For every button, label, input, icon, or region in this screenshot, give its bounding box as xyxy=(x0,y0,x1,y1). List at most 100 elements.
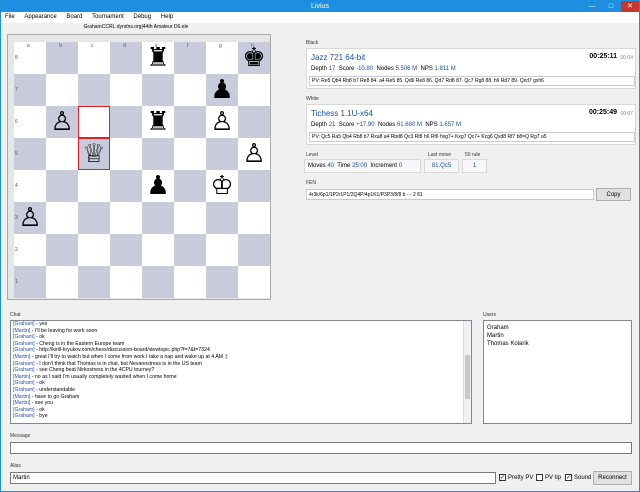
square-b7[interactable] xyxy=(46,74,78,106)
square-b8[interactable]: b xyxy=(46,42,78,74)
fifty-rule-value: 1 xyxy=(462,159,487,173)
square-b5[interactable] xyxy=(46,138,78,170)
chat-log[interactable]: [Graham] - yes [Martin] - I'll be leaving… xyxy=(10,320,472,424)
chat-scroll-thumb[interactable] xyxy=(465,355,470,399)
alias-input[interactable]: Martin xyxy=(10,472,496,484)
square-b3[interactable] xyxy=(46,202,78,234)
square-f5[interactable] xyxy=(174,138,206,170)
white-pawn-icon[interactable]: ♙ xyxy=(238,138,270,170)
square-b1[interactable] xyxy=(46,266,78,298)
square-b4[interactable] xyxy=(46,170,78,202)
square-f1[interactable] xyxy=(174,266,206,298)
square-e2[interactable] xyxy=(142,234,174,266)
square-h7[interactable] xyxy=(238,74,270,106)
check-icon: ✓ xyxy=(499,474,506,481)
sound-checkbox[interactable]: ✓ Sound xyxy=(565,474,591,483)
square-h4[interactable] xyxy=(238,170,270,202)
black-depth: 17 xyxy=(328,66,336,72)
square-f4[interactable] xyxy=(174,170,206,202)
menu-appearance[interactable]: Appearance xyxy=(20,12,60,23)
square-h2[interactable] xyxy=(238,234,270,266)
square-d2[interactable] xyxy=(110,234,142,266)
square-h3[interactable] xyxy=(238,202,270,234)
maximize-button[interactable]: □ xyxy=(602,1,620,12)
window-title: Livius xyxy=(311,3,329,10)
square-f6[interactable] xyxy=(174,106,206,138)
square-g5[interactable] xyxy=(206,138,238,170)
chat-line: [Graham] - Cheng is in the Eastern Europ… xyxy=(13,340,125,347)
square-f8[interactable]: f xyxy=(174,42,206,74)
square-e5[interactable] xyxy=(142,138,174,170)
square-c7[interactable] xyxy=(78,74,110,106)
white-queen-icon[interactable]: ♕ xyxy=(78,138,110,170)
square-d6[interactable] xyxy=(110,106,142,138)
white-pawn-icon[interactable]: ♙ xyxy=(206,106,238,138)
square-c3[interactable] xyxy=(78,202,110,234)
pretty-pv-checkbox[interactable]: ✓ Pretty PV xyxy=(499,474,533,483)
white-king-icon[interactable]: ♔ xyxy=(206,170,238,202)
square-b2[interactable] xyxy=(46,234,78,266)
square-a1[interactable]: 1 xyxy=(14,266,46,298)
rank-label: 6 xyxy=(15,119,18,125)
square-f2[interactable] xyxy=(174,234,206,266)
white-pawn-icon[interactable]: ♙ xyxy=(14,202,46,234)
users-list[interactable]: Graham Martin Thomas Kolarik xyxy=(483,320,632,424)
black-nps: 1.811 M xyxy=(434,66,456,72)
black-pawn-icon[interactable]: ♟ xyxy=(206,74,238,106)
chess-board[interactable]: a 8 b c d e f g h 7 6 5 4 3 2 1 ♜ ♚ ♟ ♙ ♜ ♙ ♕ ♙ ♟ ♔ ♙ xyxy=(14,42,270,298)
menu-board[interactable]: Board xyxy=(62,12,86,23)
square-a6[interactable]: 6 xyxy=(14,106,46,138)
file-label: f xyxy=(187,43,189,49)
user-item[interactable]: Thomas Kolarik xyxy=(487,340,628,348)
menu-debug[interactable]: Debug xyxy=(129,12,155,23)
minimize-button[interactable]: — xyxy=(583,1,601,12)
square-h6[interactable] xyxy=(238,106,270,138)
square-d5[interactable] xyxy=(110,138,142,170)
square-g2[interactable] xyxy=(206,234,238,266)
square-e1[interactable] xyxy=(142,266,174,298)
square-c6[interactable] xyxy=(78,106,110,138)
black-rook-icon[interactable]: ♜ xyxy=(142,106,174,138)
square-f7[interactable] xyxy=(174,74,206,106)
reconnect-button[interactable]: Reconnect xyxy=(593,471,632,485)
square-d7[interactable] xyxy=(110,74,142,106)
square-d1[interactable] xyxy=(110,266,142,298)
square-a5[interactable]: 5 xyxy=(14,138,46,170)
white-pawn-icon[interactable]: ♙ xyxy=(46,106,78,138)
menu-help[interactable]: Help xyxy=(157,12,177,23)
square-a2[interactable]: 2 xyxy=(14,234,46,266)
square-e7[interactable] xyxy=(142,74,174,106)
square-c1[interactable] xyxy=(78,266,110,298)
user-item[interactable]: Martin xyxy=(487,332,628,340)
square-a7[interactable]: 7 xyxy=(14,74,46,106)
user-item[interactable]: Graham xyxy=(487,324,628,332)
close-button[interactable]: ✕ xyxy=(621,1,639,12)
square-g1[interactable] xyxy=(206,266,238,298)
square-c8[interactable]: c xyxy=(78,42,110,74)
square-d4[interactable] xyxy=(110,170,142,202)
black-king-icon[interactable]: ♚ xyxy=(238,42,270,74)
message-input[interactable] xyxy=(10,442,632,454)
square-f3[interactable] xyxy=(174,202,206,234)
chat-scrollbar[interactable] xyxy=(463,321,471,423)
menu-file[interactable]: File xyxy=(1,12,19,23)
chat-line: [Graham] - yes xyxy=(13,321,48,327)
square-g3[interactable] xyxy=(206,202,238,234)
square-h1[interactable] xyxy=(238,266,270,298)
square-a4[interactable]: 4 xyxy=(14,170,46,202)
copy-fen-button[interactable]: Copy xyxy=(596,188,631,201)
square-c2[interactable] xyxy=(78,234,110,266)
square-a8[interactable]: a8 xyxy=(14,42,46,74)
fen-field[interactable]: 4r3k/6p1/1P2r1P1/2Q4P/4p1K1/P3P3/8/8 b -… xyxy=(306,189,594,200)
black-rook-icon[interactable]: ♜ xyxy=(142,42,174,74)
white-move-time: 00:07 xyxy=(620,111,633,117)
square-d8[interactable]: d xyxy=(110,42,142,74)
square-c4[interactable] xyxy=(78,170,110,202)
pv-tip-checkbox[interactable]: PV tip xyxy=(536,474,561,483)
square-e3[interactable] xyxy=(142,202,174,234)
square-g8[interactable]: g xyxy=(206,42,238,74)
white-pv: PV: Qc5 Ra5 Qb4 Rb8 b7 Rxa8 a4 Rbd8 Qc3 … xyxy=(309,132,635,142)
black-pawn-icon[interactable]: ♟ xyxy=(142,170,174,202)
menu-tournament[interactable]: Tournament xyxy=(88,12,128,23)
square-d3[interactable] xyxy=(110,202,142,234)
